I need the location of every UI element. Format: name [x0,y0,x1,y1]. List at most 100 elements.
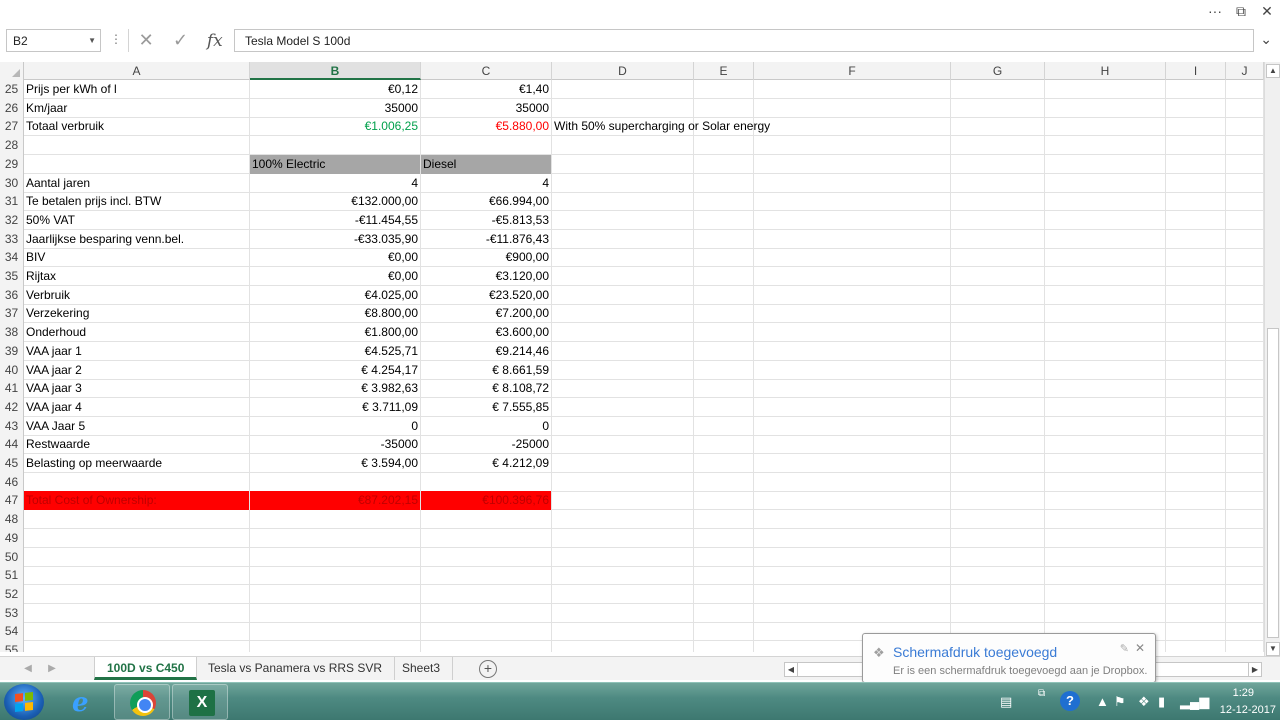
cell-d31[interactable] [552,192,694,212]
cell-j48[interactable] [1226,510,1264,530]
cell-i47[interactable] [1166,491,1226,511]
cell-c46[interactable] [421,472,552,492]
cell-h48[interactable] [1045,510,1166,530]
cell-c45[interactable]: € 4.212,09 [421,454,552,473]
cell-d55[interactable] [552,641,694,652]
cell-c39[interactable]: €9.214,46 [421,341,552,361]
cell-j25[interactable] [1226,80,1264,99]
cell-c34[interactable]: €900,00 [421,248,552,268]
row-header[interactable]: 31 [0,192,24,212]
column-header-i[interactable]: I [1166,62,1226,80]
cell-j50[interactable] [1226,547,1264,567]
vertical-scrollbar[interactable]: ▲ ▼ [1264,62,1280,658]
dropbox-notification[interactable]: ❖ Schermafdruk toegevoegd Er is een sche… [862,633,1156,683]
cell-j42[interactable] [1226,397,1264,417]
cell-i38[interactable] [1166,323,1226,343]
cell-h53[interactable] [1045,603,1166,623]
cell-f29[interactable] [754,154,951,174]
cell-j39[interactable] [1226,341,1264,361]
cell-i48[interactable] [1166,510,1226,530]
cell-i27[interactable] [1166,117,1226,137]
row-header[interactable]: 33 [0,229,24,249]
row-header[interactable]: 46 [0,472,24,492]
cell-j31[interactable] [1226,192,1264,212]
cell-f50[interactable] [754,547,951,567]
cell-j43[interactable] [1226,416,1264,436]
cell-e37[interactable] [694,304,754,324]
cell-b47[interactable]: €87.202,15 [250,491,421,511]
cell-f31[interactable] [754,192,951,212]
cell-b51[interactable] [250,566,421,586]
cell-a32[interactable]: 50% VAT [24,210,250,230]
cell-j35[interactable] [1226,267,1264,286]
cell-b45[interactable]: € 3.594,00 [250,454,421,473]
battery-icon[interactable]: ▮ [1158,694,1165,710]
cell-a45[interactable]: Belasting op meerwaarde [24,454,250,473]
cell-b30[interactable]: 4 [250,173,421,193]
more-options-button[interactable]: ··· [1202,1,1228,21]
cell-g41[interactable] [951,379,1045,399]
cell-g37[interactable] [951,304,1045,324]
cell-d32[interactable] [552,210,694,230]
cell-b31[interactable]: €132.000,00 [250,192,421,212]
cell-a53[interactable] [24,603,250,623]
cell-b48[interactable] [250,510,421,530]
sheet-tab-100d-vs-c450[interactable]: 100D vs C450 [94,657,198,680]
cell-b29[interactable]: 100% Electric [250,154,421,174]
cell-b50[interactable] [250,547,421,567]
cell-f40[interactable] [754,360,951,380]
cell-a46[interactable] [24,472,250,492]
cell-c28[interactable] [421,136,552,156]
cell-d49[interactable] [552,528,694,548]
cell-d35[interactable] [552,267,694,286]
cell-d51[interactable] [552,566,694,586]
cell-c43[interactable]: 0 [421,416,552,436]
row-header[interactable]: 50 [0,547,24,567]
cell-d40[interactable] [552,360,694,380]
cell-e34[interactable] [694,248,754,268]
keyboard-icon[interactable]: ▤ [1000,694,1012,710]
row-header[interactable]: 40 [0,360,24,380]
cell-f36[interactable] [754,285,951,305]
row-header[interactable]: 42 [0,397,24,417]
cell-f44[interactable] [754,435,951,455]
cell-j38[interactable] [1226,323,1264,343]
cell-i44[interactable] [1166,435,1226,455]
cell-j47[interactable] [1226,491,1264,511]
cell-c40[interactable]: € 8.661,59 [421,360,552,380]
cell-c35[interactable]: €3.120,00 [421,267,552,286]
tab-scroll-right-icon[interactable]: ▶ [44,661,60,677]
cell-b41[interactable]: € 3.982,63 [250,379,421,399]
cell-e45[interactable] [694,454,754,473]
column-header-g[interactable]: G [951,62,1045,80]
cell-a55[interactable] [24,641,250,652]
cell-j53[interactable] [1226,603,1264,623]
cell-b35[interactable]: €0,00 [250,267,421,286]
cell-a50[interactable] [24,547,250,567]
row-header[interactable]: 35 [0,267,24,286]
row-header[interactable]: 26 [0,98,24,118]
tab-scroll-left-icon[interactable]: ◀ [20,661,36,677]
formula-input[interactable]: Tesla Model S 100d [234,29,1254,52]
cell-h42[interactable] [1045,397,1166,417]
row-header[interactable]: 39 [0,341,24,361]
sheet-tab-tesla-vs-panamera[interactable]: Tesla vs Panamera vs RRS SVR [196,657,396,680]
cell-a27[interactable]: Totaal verbruik [24,117,250,137]
row-header[interactable]: 44 [0,435,24,455]
cell-d46[interactable] [552,472,694,492]
cell-g42[interactable] [951,397,1045,417]
add-sheet-icon[interactable]: + [479,660,497,678]
cell-g30[interactable] [951,173,1045,193]
cell-e46[interactable] [694,472,754,492]
flag-icon[interactable]: ⚑ [1114,694,1126,710]
cell-i37[interactable] [1166,304,1226,324]
window-icon[interactable]: ⧉ [1038,688,1045,699]
column-header-c[interactable]: C [421,62,552,80]
cell-a47[interactable]: Total Cost of Ownership: [24,491,250,511]
cell-a30[interactable]: Aantal jaren [24,173,250,193]
cell-d41[interactable] [552,379,694,399]
cell-b28[interactable] [250,136,421,156]
cell-c50[interactable] [421,547,552,567]
row-header[interactable]: 29 [0,154,24,174]
cell-b40[interactable]: € 4.254,17 [250,360,421,380]
